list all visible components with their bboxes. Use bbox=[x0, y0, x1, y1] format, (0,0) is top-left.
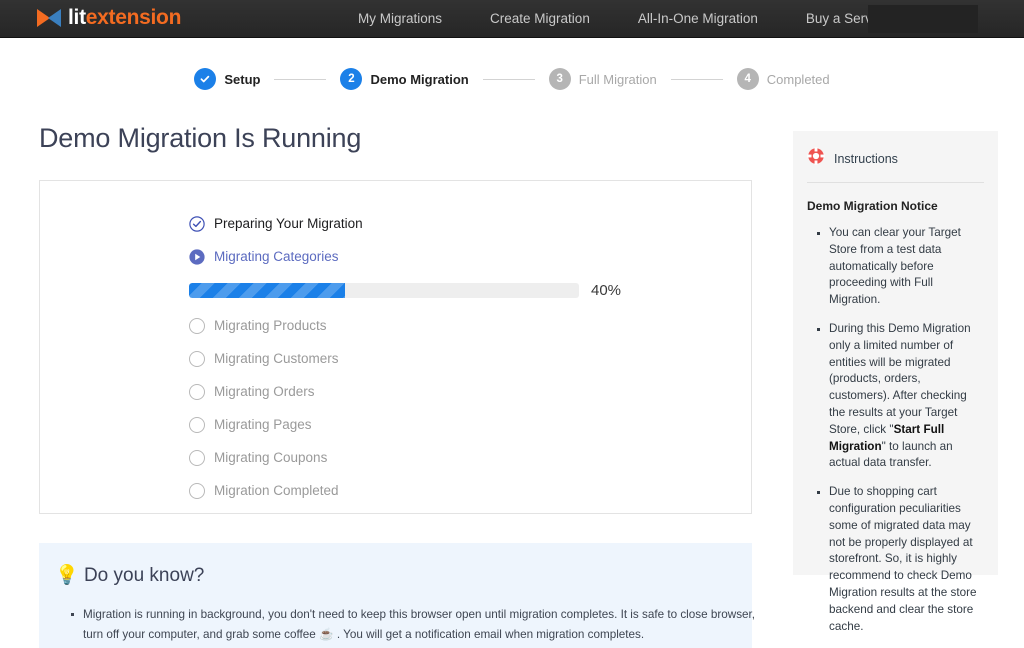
check-circle-icon bbox=[189, 215, 205, 232]
migration-progress-card: Preparing Your Migration Migrating Categ… bbox=[39, 180, 752, 514]
list-item: You can clear your Target Store from a t… bbox=[817, 225, 984, 309]
bullet-text-pre: During this Demo Migration only a limite… bbox=[829, 321, 971, 436]
nav-item-create-migration[interactable]: Create Migration bbox=[466, 0, 614, 38]
task-row-migrating-orders: Migrating Orders bbox=[189, 375, 621, 408]
list-item: During this Demo Migration only a limite… bbox=[817, 321, 984, 472]
list-item: Due to shopping cart configuration pecul… bbox=[817, 484, 984, 635]
task-label: Migrating Categories bbox=[214, 249, 339, 264]
task-label: Migration Completed bbox=[214, 483, 339, 498]
instructions-subtitle: Demo Migration Notice bbox=[807, 199, 938, 213]
task-row-migrating-pages: Migrating Pages bbox=[189, 408, 621, 441]
step-demo-migration[interactable]: 2 Demo Migration bbox=[340, 68, 469, 90]
empty-circle-icon bbox=[189, 383, 205, 400]
step-number-badge: 4 bbox=[736, 68, 759, 90]
list-item: Migration is running in background, you … bbox=[71, 605, 761, 645]
step-completed[interactable]: 4 Completed bbox=[736, 68, 830, 90]
instructions-header: Instructions bbox=[793, 131, 998, 170]
top-navigation-bar: litextension My Migrations Create Migrat… bbox=[0, 0, 1024, 38]
nav-item-label: My Migrations bbox=[358, 11, 443, 26]
brand-logo-text: litextension bbox=[68, 7, 181, 28]
task-row-migrating-products: Migrating Products bbox=[189, 309, 621, 342]
task-row-migration-completed: Migration Completed bbox=[189, 474, 621, 507]
progress-percent-label: 40% bbox=[591, 281, 622, 299]
task-row-preparing-your-migration: Preparing Your Migration bbox=[189, 207, 621, 240]
step-separator bbox=[670, 78, 723, 80]
do-you-know-list: Migration is running in background, you … bbox=[71, 605, 761, 645]
bullet-text-pre: Due to shopping cart configuration pecul… bbox=[829, 485, 977, 633]
task-label: Migrating Customers bbox=[214, 351, 339, 366]
migration-stepper: Setup 2 Demo Migration 3 Full Migration … bbox=[0, 68, 1024, 90]
task-row-migrating-categories: Migrating Categories bbox=[189, 240, 621, 273]
brand-logo[interactable]: litextension bbox=[37, 7, 181, 28]
nav-item-my-migrations[interactable]: My Migrations bbox=[334, 0, 466, 38]
step-number-badge: 2 bbox=[340, 68, 363, 90]
step-label-demo-migration: Demo Migration bbox=[370, 71, 469, 87]
task-label: Migrating Products bbox=[214, 318, 327, 333]
progress-row: 40% bbox=[189, 275, 621, 305]
step-number-badge: 3 bbox=[548, 68, 571, 90]
migration-task-list: Preparing Your Migration Migrating Categ… bbox=[189, 207, 621, 507]
bullet-text-pre: You can clear your Target Store from a t… bbox=[829, 226, 961, 307]
nav-item-label: Create Migration bbox=[490, 11, 590, 26]
nav-item-label: All-In-One Migration bbox=[637, 11, 758, 26]
check-icon bbox=[194, 68, 217, 90]
lifebuoy-icon bbox=[807, 147, 825, 170]
page-title: Demo Migration Is Running bbox=[39, 123, 362, 153]
task-label: Migrating Pages bbox=[214, 417, 312, 432]
step-label-setup: Setup bbox=[224, 71, 261, 87]
step-setup[interactable]: Setup bbox=[194, 68, 260, 90]
step-separator bbox=[274, 78, 327, 80]
empty-circle-icon bbox=[189, 350, 205, 367]
task-row-migrating-customers: Migrating Customers bbox=[189, 342, 621, 375]
lightbulb-icon: 💡 bbox=[55, 565, 79, 586]
play-circle-icon bbox=[189, 248, 205, 265]
step-label-completed: Completed bbox=[766, 71, 830, 87]
main-nav: My Migrations Create Migration All-In-On… bbox=[334, 0, 930, 38]
do-you-know-panel: 💡 Do you know? Migration is running in b… bbox=[39, 543, 755, 648]
user-account-area[interactable] bbox=[868, 5, 978, 33]
instructions-panel: Instructions Demo Migration Notice You c… bbox=[793, 131, 998, 633]
step-full-migration[interactable]: 3 Full Migration bbox=[548, 68, 657, 90]
nav-item-all-in-one-migration[interactable]: All-In-One Migration bbox=[614, 0, 782, 38]
do-you-know-title-text: Do you know? bbox=[83, 565, 205, 586]
task-label: Preparing Your Migration bbox=[214, 216, 363, 231]
bowtie-logo-icon bbox=[37, 8, 61, 27]
instructions-header-title: Instructions bbox=[834, 151, 898, 166]
step-separator bbox=[482, 78, 535, 80]
empty-circle-icon bbox=[189, 416, 205, 433]
task-row-migrating-coupons: Migrating Coupons bbox=[189, 441, 621, 474]
progress-bar-track bbox=[189, 282, 579, 298]
empty-circle-icon bbox=[189, 449, 205, 466]
brand-logo-lit: lit bbox=[68, 6, 86, 29]
progress-bar-fill bbox=[189, 282, 345, 298]
do-you-know-title: 💡 Do you know? bbox=[55, 563, 204, 587]
task-label: Migrating Orders bbox=[214, 384, 315, 399]
empty-circle-icon bbox=[189, 482, 205, 499]
brand-logo-extension: extension bbox=[85, 6, 182, 29]
empty-circle-icon bbox=[189, 317, 205, 334]
step-label-full-migration: Full Migration bbox=[578, 71, 657, 87]
task-label: Migrating Coupons bbox=[214, 450, 328, 465]
instructions-list: You can clear your Target Store from a t… bbox=[817, 225, 984, 635]
